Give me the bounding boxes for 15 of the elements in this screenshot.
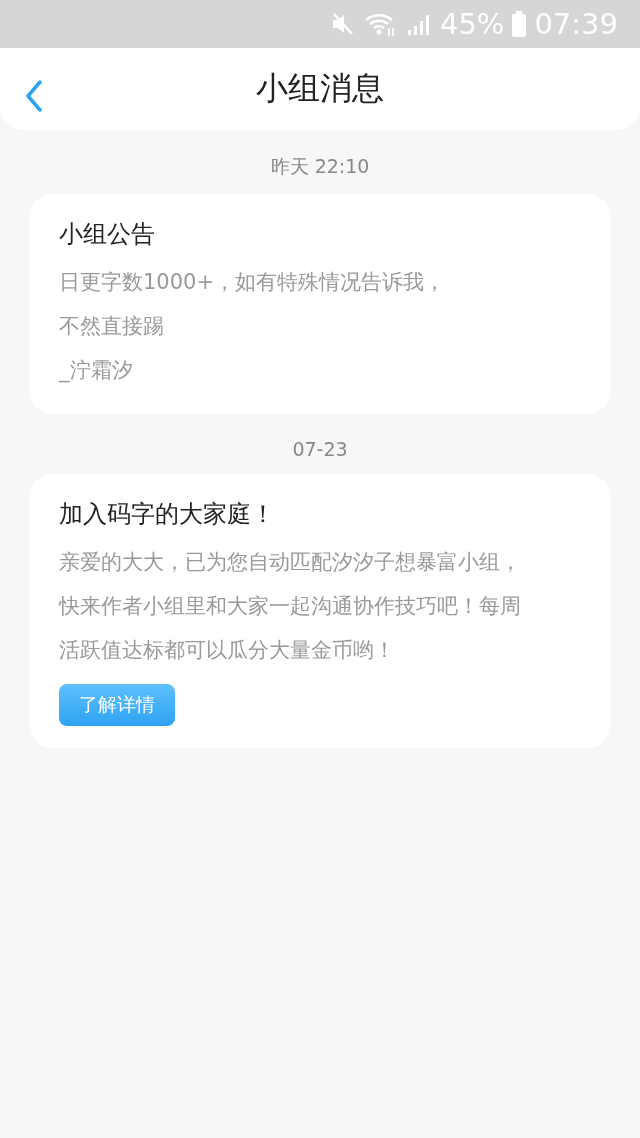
back-icon[interactable] xyxy=(25,80,43,112)
message-title: 加入码字的大家庭！ xyxy=(59,499,276,530)
message-text: 快来作者小组里和大家一起沟通协作技巧吧！每周 xyxy=(59,593,522,620)
battery-icon xyxy=(512,11,527,37)
message-text: 不然直接踢 xyxy=(59,313,165,340)
message-timestamp: 昨天 22:10 xyxy=(269,154,371,179)
message-text: 活跃值达标都可以瓜分大量金币哟！ xyxy=(59,637,396,664)
page-title: 小组消息 xyxy=(256,68,384,109)
message-text: 日更字数1000+，如有特殊情况告诉我， xyxy=(59,269,447,296)
details-button[interactable]: 了解详情 xyxy=(59,684,175,726)
message-title: 小组公告 xyxy=(59,219,156,250)
signal-icon xyxy=(405,12,432,36)
message-text: 亲爱的大大，已为您自动匹配汐汐子想暴富小组， xyxy=(59,549,522,576)
message-timestamp: 07-23 xyxy=(291,438,349,460)
message-text: _泞霜汐 xyxy=(59,357,134,385)
